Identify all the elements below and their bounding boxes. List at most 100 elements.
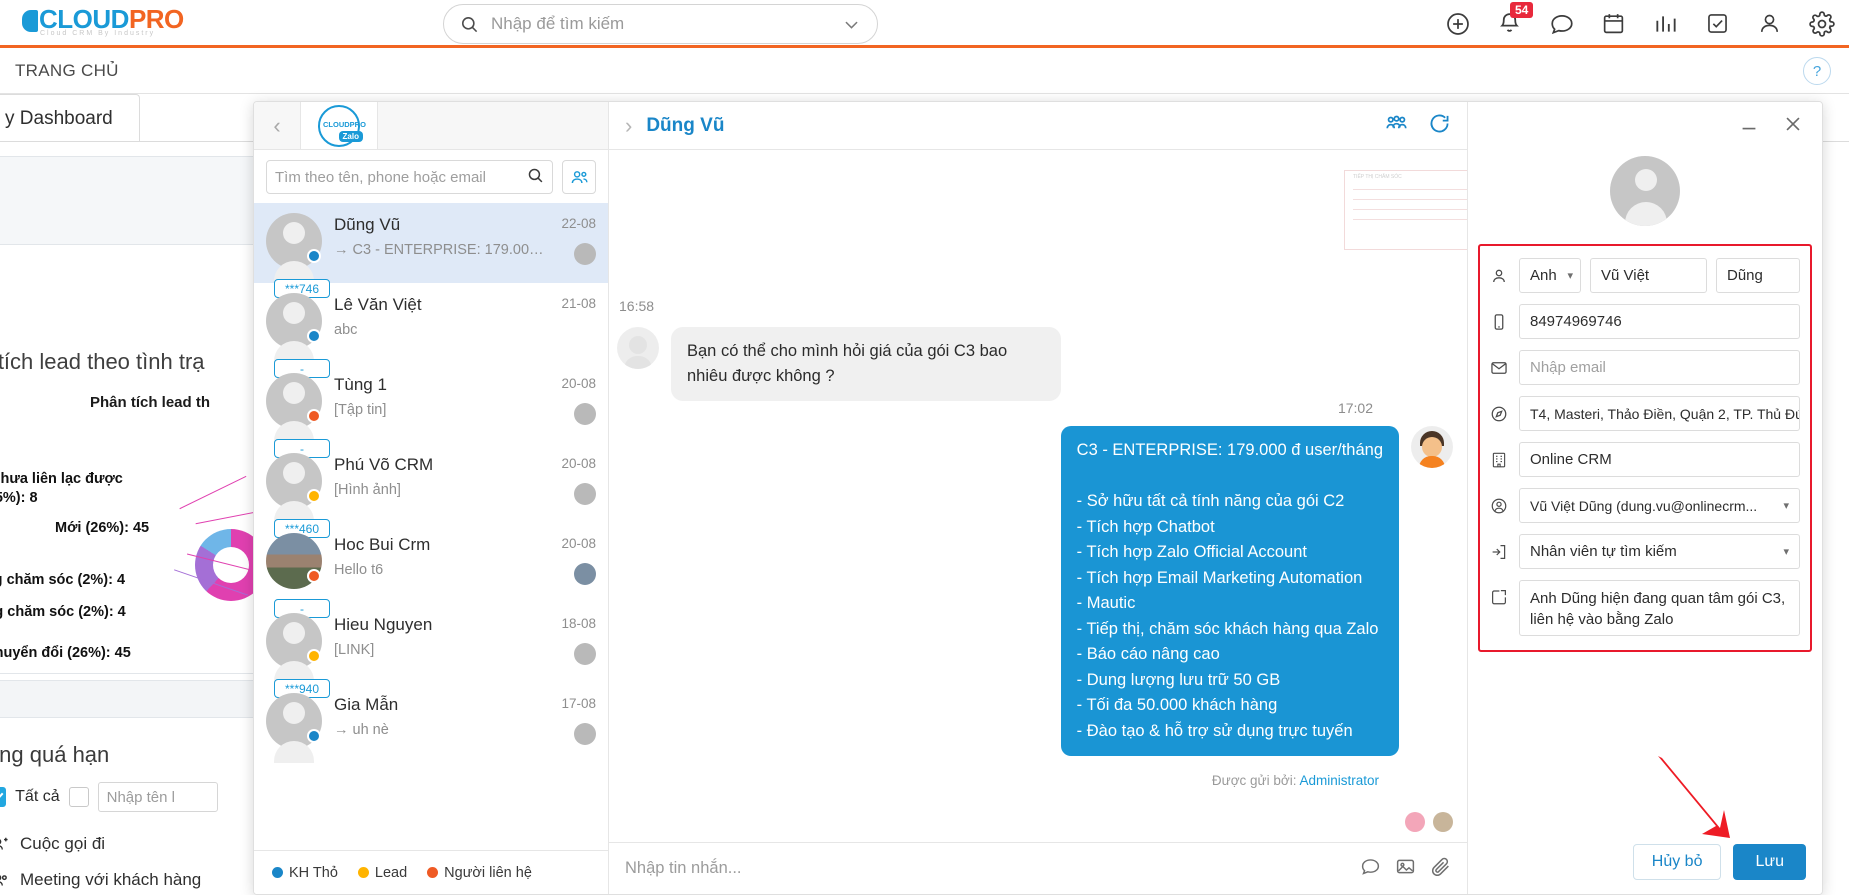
chevron-right-icon[interactable]: ›	[625, 113, 632, 139]
document-preview[interactable]: TIẾP THỊ CHĂM SÓC	[1344, 170, 1467, 250]
breadcrumb-bar: TRANG CHỦ ?	[0, 48, 1849, 94]
list-item[interactable]: - Lê Văn Việt abc 21-08	[254, 283, 608, 378]
message-row-in: Bạn có thể cho mình hỏi giá của gói C3 b…	[617, 327, 1061, 401]
contact-detail-panel: Anh ▾ Vũ Việt Dũng 84974969746 Nhập emai…	[1467, 102, 1822, 894]
contacts-list[interactable]: ***746 Dũng Vũ → C3 - ENTERPRISE: 179.00…	[254, 203, 608, 850]
search-icon	[461, 16, 478, 32]
agent-thumb	[574, 563, 596, 585]
close-icon[interactable]	[1782, 113, 1804, 140]
search-input[interactable]: Nhập để tìm kiếm	[491, 14, 842, 34]
contact-name: Dũng Vũ	[334, 215, 401, 234]
message-list[interactable]: TIẾP THỊ CHĂM SÓC Được gửi bởi: Administ…	[609, 150, 1467, 842]
avatar: -	[266, 533, 330, 618]
activity-item-0[interactable]: Cuộc gọi đi	[0, 834, 105, 854]
gear-icon[interactable]	[1809, 11, 1835, 37]
refresh-icon[interactable]	[1428, 112, 1451, 140]
agent-thumb	[574, 483, 596, 505]
top-bar: CLOUDPRO Cloud CRM By Industry Nhập để t…	[0, 0, 1849, 48]
list-item[interactable]: ***746 Dũng Vũ → C3 - ENTERPRISE: 179.00…	[254, 203, 608, 298]
filter-all-checkbox[interactable]	[68, 787, 89, 807]
add-icon[interactable]	[1445, 11, 1471, 37]
filter-name-input[interactable]: Nhập tên l	[97, 782, 218, 812]
contacts-search-input[interactable]: Tìm theo tên, phone hoặc email	[266, 160, 553, 194]
attachment-icon[interactable]	[1430, 856, 1451, 882]
global-search[interactable]: Nhập để tìm kiếm	[443, 4, 878, 44]
breadcrumb[interactable]: TRANG CHỦ	[15, 61, 119, 81]
contact-date: 17-08	[561, 696, 596, 711]
list-item[interactable]: - Tùng 1 [Tập tin] 20-08	[254, 363, 608, 458]
account-select[interactable]: Vũ Việt Dũng (dung.vu@onlinecrm... ▾	[1519, 488, 1800, 523]
contact-name: Hieu Nguyen	[334, 615, 433, 634]
save-button[interactable]: Lưu	[1733, 844, 1806, 880]
lastname-input[interactable]: Dũng	[1716, 258, 1800, 293]
group-icon[interactable]	[1385, 112, 1408, 140]
detail-window-controls	[1468, 102, 1822, 150]
reaction-icon[interactable]	[1405, 812, 1425, 832]
source-select[interactable]: Nhân viên tự tìm kiếm ▾	[1519, 534, 1800, 569]
overdue-filter-row[interactable]: ủa tôi Tất cả Nhập tên l	[0, 782, 218, 812]
salutation-select[interactable]: Anh ▾	[1519, 258, 1581, 293]
notification-badge: 54	[1510, 2, 1534, 18]
note-textarea[interactable]: Anh Dũng hiện đang quan tâm gói C3, liên…	[1519, 580, 1800, 636]
list-item[interactable]: - Hoc Bui Crm Hello t6 20-08	[254, 523, 608, 618]
account-icon	[1488, 497, 1510, 515]
people-icon[interactable]	[562, 160, 596, 194]
contact-preview: [Tập tin]	[334, 402, 387, 418]
phone-input[interactable]: 84974969746	[1519, 304, 1800, 339]
filter-mine-checkbox[interactable]	[0, 787, 7, 807]
tab-dashboard[interactable]: y Dashboard	[0, 94, 140, 142]
search-icon[interactable]	[527, 167, 544, 188]
status-dot	[307, 729, 321, 743]
activity-item-1[interactable]: Meeting với khách hàng	[0, 870, 201, 890]
avatar: ***460	[266, 453, 330, 538]
bell-icon[interactable]: 54	[1497, 2, 1534, 37]
form-row-email: Nhập email	[1488, 350, 1800, 385]
mail-icon	[1488, 359, 1510, 377]
phone-icon	[1488, 313, 1510, 331]
calendar-icon[interactable]	[1601, 11, 1627, 37]
legend-item-0: KH Thỏ	[272, 865, 338, 881]
message-composer[interactable]: Nhập tin nhắn...	[609, 842, 1467, 894]
doc-preview-line: TIẾP THỊ CHĂM SÓC	[1353, 174, 1402, 180]
contact-preview: → C3 - ENTERPRISE: 179.000 đ ...	[334, 242, 549, 258]
status-dot	[307, 329, 321, 343]
contact-date: 18-08	[561, 616, 596, 631]
detail-footer-buttons: Hủy bỏ Lưu	[1632, 844, 1806, 880]
company-input[interactable]: Online CRM	[1519, 442, 1800, 477]
conversation-actions	[1385, 112, 1451, 140]
avatar	[617, 327, 659, 369]
avatar: ***746	[266, 213, 330, 298]
form-row-company: Online CRM	[1488, 442, 1800, 477]
firstname-input[interactable]: Vũ Việt	[1590, 258, 1707, 293]
top-icon-bar: 54	[1445, 0, 1835, 48]
chevron-down-icon[interactable]	[842, 15, 861, 34]
report-icon[interactable]	[1653, 11, 1679, 37]
list-item[interactable]: Gia Mẫn → uh nè 17-08	[254, 683, 608, 763]
list-item[interactable]: ***940 Hieu Nguyen [LINK] 18-08	[254, 603, 608, 698]
message-row-out: C3 - ENTERPRISE: 179.000 đ user/tháng - …	[1060, 426, 1453, 756]
emoji-icon[interactable]	[1360, 856, 1381, 882]
contact-name: Tùng 1	[334, 375, 387, 394]
form-row-source: Nhân viên tự tìm kiếm ▾	[1488, 534, 1800, 569]
chevron-left-icon[interactable]: ‹	[254, 113, 300, 139]
cancel-button[interactable]: Hủy bỏ	[1632, 844, 1722, 880]
address-input[interactable]: T4, Masteri, Thảo Điền, Quận 2, TP. Thủ …	[1519, 396, 1800, 431]
contacts-legend: KH Thỏ Lead Người liên hệ	[254, 850, 608, 894]
user-icon[interactable]	[1757, 11, 1783, 37]
reaction-row[interactable]	[1405, 812, 1453, 832]
contacts-search-placeholder: Tìm theo tên, phone hoặc email	[275, 168, 486, 186]
minimize-icon[interactable]	[1738, 113, 1760, 140]
contact-preview: abc	[334, 322, 358, 338]
chat-icon[interactable]	[1549, 11, 1575, 37]
help-icon[interactable]: ?	[1803, 57, 1831, 85]
avatar-agent	[1411, 426, 1453, 468]
status-dot	[307, 489, 321, 503]
tab-zalo-channel[interactable]: CLOUDPRO Zalo	[300, 102, 378, 149]
task-icon[interactable]	[1705, 11, 1731, 37]
app-logo[interactable]: CLOUDPRO Cloud CRM By Industry	[22, 5, 222, 45]
contact-name: Hoc Bui Crm	[334, 535, 431, 554]
email-input[interactable]: Nhập email	[1519, 350, 1800, 385]
list-item[interactable]: ***460 Phú Võ CRM [Hình ảnh] 20-08	[254, 443, 608, 538]
image-icon[interactable]	[1395, 856, 1416, 882]
message-input[interactable]: Nhập tin nhắn...	[625, 859, 1346, 878]
